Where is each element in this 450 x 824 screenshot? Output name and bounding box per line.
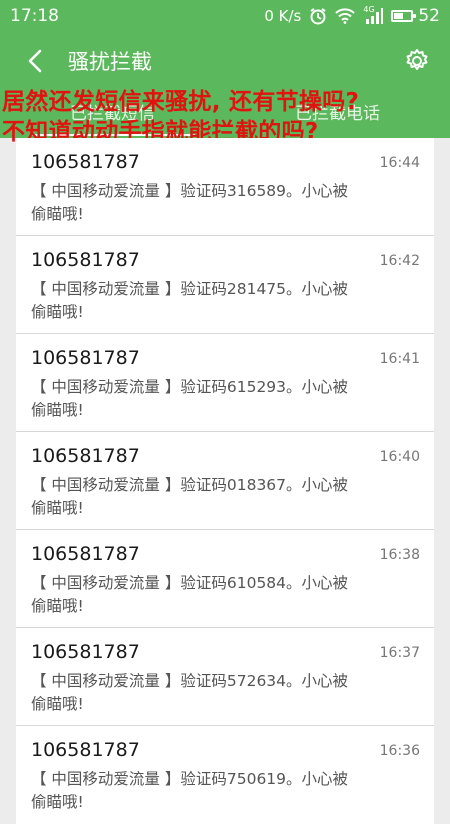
message-item[interactable]: 106581787 16:38 【 中国移动爱流量 】验证码610584。小心被… <box>16 530 434 628</box>
message-sender: 106581787 <box>31 445 140 467</box>
status-time: 17:18 <box>10 6 59 26</box>
gear-icon[interactable] <box>404 48 430 74</box>
message-item[interactable]: 106581787 16:41 【 中国移动爱流量 】验证码615293。小心被… <box>16 334 434 432</box>
message-text: 【 中国移动爱流量 】验证码610584。小心被偷瞄哦! <box>31 574 349 615</box>
message-list: 106581787 16:44 【 中国移动爱流量 】验证码316589。小心被… <box>16 138 434 824</box>
message-time: 16:41 <box>379 351 420 367</box>
data-speed: 0 K/s <box>264 7 302 25</box>
status-icons: 0 K/s 4G 52 <box>264 5 440 26</box>
message-text: 【 中国移动爱流量 】验证码018367。小心被偷瞄哦! <box>31 476 349 517</box>
message-time: 16:37 <box>379 645 420 661</box>
message-item[interactable]: 106581787 16:44 【 中国移动爱流量 】验证码316589。小心被… <box>16 138 434 236</box>
message-sender: 106581787 <box>31 151 140 173</box>
message-sender: 106581787 <box>31 249 140 271</box>
message-text: 【 中国移动爱流量 】验证码572634。小心被偷瞄哦! <box>31 672 349 713</box>
message-text: 【 中国移动爱流量 】验证码281475。小心被偷瞄哦! <box>31 280 349 321</box>
message-item[interactable]: 106581787 16:36 【 中国移动爱流量 】验证码750619。小心被… <box>16 726 434 824</box>
message-time: 16:44 <box>379 155 420 171</box>
message-sender: 106581787 <box>31 739 140 761</box>
page-title: 骚扰拦截 <box>68 50 152 74</box>
battery-icon <box>391 10 417 22</box>
battery: 52 <box>391 6 440 26</box>
message-sender: 106581787 <box>31 543 140 565</box>
alarm-icon <box>309 7 327 25</box>
message-time: 16:36 <box>379 743 420 759</box>
message-item[interactable]: 106581787 16:37 【 中国移动爱流量 】验证码572634。小心被… <box>16 628 434 726</box>
message-sender: 106581787 <box>31 347 140 369</box>
chevron-left-icon[interactable] <box>26 49 44 73</box>
message-sender: 106581787 <box>31 641 140 663</box>
battery-level: 52 <box>418 6 440 26</box>
overlay-caption-line1: 居然还发短信来骚扰, 还有节操吗? <box>2 89 360 115</box>
battery-fill <box>394 13 403 19</box>
wifi-icon <box>335 8 356 24</box>
message-text: 【 中国移动爱流量 】验证码615293。小心被偷瞄哦! <box>31 378 349 419</box>
message-text: 【 中国移动爱流量 】验证码316589。小心被偷瞄哦! <box>31 182 349 223</box>
status-bar: 17:18 0 K/s 4G 52 <box>0 0 450 32</box>
message-text: 【 中国移动爱流量 】验证码750619。小心被偷瞄哦! <box>31 770 349 811</box>
message-item[interactable]: 106581787 16:42 【 中国移动爱流量 】验证码281475。小心被… <box>16 236 434 334</box>
message-item[interactable]: 106581787 16:40 【 中国移动爱流量 】验证码018367。小心被… <box>16 432 434 530</box>
message-time: 16:42 <box>379 253 420 269</box>
cellular-signal-icon: 4G <box>363 5 384 24</box>
message-time: 16:40 <box>379 449 420 465</box>
message-time: 16:38 <box>379 547 420 563</box>
